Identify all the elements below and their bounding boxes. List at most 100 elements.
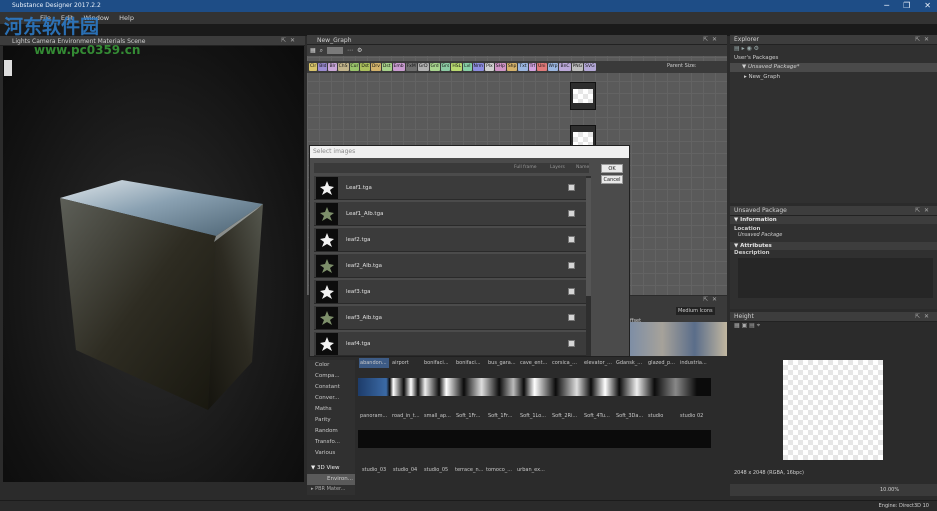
- environment-label[interactable]: studio_03: [362, 467, 386, 473]
- layout-icon[interactable]: ▦: [310, 47, 316, 54]
- properties-tab[interactable]: Unsaved Package: [734, 207, 787, 214]
- align-icon[interactable]: ⋯: [347, 47, 353, 54]
- panel-controls[interactable]: ⇱✕: [703, 296, 721, 303]
- environment-label[interactable]: urban_ex...: [517, 467, 545, 473]
- file-checkbox[interactable]: [568, 314, 575, 321]
- palette-tag[interactable]: Nrm: [472, 63, 485, 71]
- file-row[interactable]: Leaf1.tga: [314, 176, 589, 200]
- environment-label[interactable]: glazed_p...: [648, 360, 675, 366]
- palette-tag[interactable]: Blr: [328, 63, 337, 71]
- environment-label[interactable]: corsica_...: [552, 360, 577, 366]
- palette-tag[interactable]: Dst: [360, 63, 370, 71]
- environment-label[interactable]: panoram...: [360, 413, 387, 419]
- palette-tag[interactable]: Wrp: [547, 63, 559, 71]
- palette-tag[interactable]: Grd: [429, 63, 440, 71]
- close-button[interactable]: ✕: [924, 0, 931, 12]
- file-checkbox[interactable]: [568, 236, 575, 243]
- tree-item[interactable]: Various: [307, 448, 355, 459]
- palette-tag[interactable]: Emb: [392, 63, 405, 71]
- environment-label[interactable]: studio 02: [680, 413, 703, 419]
- tree-item[interactable]: Maths: [307, 404, 355, 415]
- palette-tag[interactable]: PNG: [571, 63, 584, 71]
- environment-label[interactable]: Soft_3Da...: [616, 413, 643, 419]
- palette-tag[interactable]: Lvl: [463, 63, 472, 71]
- panel-controls[interactable]: ⇱✕: [915, 207, 933, 214]
- palette-tag[interactable]: Plx: [485, 63, 494, 71]
- palette-tag[interactable]: Drv: [370, 63, 381, 71]
- zoom-value[interactable]: 10.00%: [880, 487, 899, 493]
- hdr-thumb-strip-1[interactable]: [358, 378, 711, 396]
- explorer-toolbar[interactable]: ▤ ▸ ◉ ⚙: [730, 45, 937, 55]
- minimize-button[interactable]: ─: [884, 0, 889, 12]
- ok-button[interactable]: OK: [601, 164, 623, 173]
- palette-tag[interactable]: Grs: [440, 63, 451, 71]
- environment-label[interactable]: bus_gara...: [488, 360, 516, 366]
- file-row[interactable]: leaf3.tga: [314, 280, 589, 304]
- search-icon[interactable]: ⌕: [320, 47, 323, 55]
- cancel-button[interactable]: Cancel: [601, 175, 623, 184]
- file-row[interactable]: leaf2_Alb.tga: [314, 254, 589, 278]
- palette-tag[interactable]: BnC: [559, 63, 571, 71]
- settings-icon[interactable]: ⚙: [357, 47, 362, 54]
- environment-label[interactable]: airport: [392, 360, 409, 366]
- tree-item[interactable]: Parity: [307, 415, 355, 426]
- viewport-tool-icon[interactable]: [4, 60, 12, 76]
- tree-item[interactable]: Color: [307, 360, 355, 371]
- tree-pbr[interactable]: ▸ PBR Mater...: [307, 486, 355, 495]
- environment-label[interactable]: abandon...: [360, 360, 387, 366]
- environment-label[interactable]: studio_05: [424, 467, 448, 473]
- hdr-thumb-strip-2[interactable]: [358, 430, 711, 448]
- environment-label[interactable]: elevator_...: [584, 360, 612, 366]
- menu-help[interactable]: Help: [119, 14, 134, 22]
- tree-item[interactable]: Random: [307, 426, 355, 437]
- environment-label[interactable]: studio_04: [393, 467, 417, 473]
- file-row[interactable]: leaf2.tga: [314, 228, 589, 252]
- panel-controls[interactable]: ⇱✕: [281, 37, 299, 44]
- file-checkbox[interactable]: [568, 184, 575, 191]
- palette-tag[interactable]: SHp: [494, 63, 506, 71]
- environment-label[interactable]: Soft_1Fr...: [456, 413, 480, 419]
- file-checkbox[interactable]: [568, 262, 575, 269]
- file-row[interactable]: leaf3_Alb.tga: [314, 306, 589, 330]
- attributes-section[interactable]: ▼ Attributes: [730, 242, 937, 250]
- view-mode-select[interactable]: Medium Icons: [676, 307, 715, 315]
- environment-label[interactable]: road_in_t...: [392, 413, 420, 419]
- palette-tag[interactable]: GrD: [417, 63, 429, 71]
- file-checkbox[interactable]: [568, 340, 575, 347]
- environment-label[interactable]: studio: [648, 413, 663, 419]
- palette-tag[interactable]: Txt: [518, 63, 528, 71]
- palette-tag[interactable]: Trf: [528, 63, 537, 71]
- file-checkbox[interactable]: [568, 210, 575, 217]
- environment-label[interactable]: small_ap...: [424, 413, 451, 419]
- palette-tag[interactable]: Shp: [506, 63, 518, 71]
- dialog-scrollbar[interactable]: [586, 176, 591, 356]
- 2d-toolbar[interactable]: ▦ ▣ ▤ ⌖: [730, 322, 937, 334]
- tool-selected[interactable]: [327, 47, 344, 54]
- file-row[interactable]: leaf4.tga: [314, 332, 589, 356]
- environment-label[interactable]: terrace_n...: [455, 467, 483, 473]
- graph-node[interactable]: [570, 82, 596, 110]
- description-field[interactable]: [738, 258, 933, 298]
- panel-controls[interactable]: ⇱✕: [915, 313, 933, 320]
- environment-label[interactable]: bonifaci...: [456, 360, 481, 366]
- file-row[interactable]: Leaf1_Alb.tga: [314, 202, 589, 226]
- tree-item[interactable]: Conver...: [307, 393, 355, 404]
- palette-tag[interactable]: Bld: [318, 63, 328, 71]
- maximize-button[interactable]: ❐: [903, 0, 910, 12]
- panel-controls[interactable]: ⇱✕: [703, 36, 721, 43]
- explorer-package[interactable]: ▼ Unsaved Package*: [730, 63, 937, 72]
- palette-tag[interactable]: SVG: [584, 63, 596, 71]
- palette-tag[interactable]: Uni: [537, 63, 547, 71]
- explorer-tab[interactable]: Explorer: [734, 36, 759, 43]
- environment-label[interactable]: Soft_1Lo...: [520, 413, 546, 419]
- environment-label[interactable]: Soft_1Fr...: [488, 413, 512, 419]
- environment-label[interactable]: bonifaci...: [424, 360, 449, 366]
- information-section[interactable]: ▼ Information: [730, 216, 937, 224]
- tree-item[interactable]: Constant: [307, 382, 355, 393]
- environment-label[interactable]: industria...: [680, 360, 707, 366]
- tree-item[interactable]: Transfo...: [307, 437, 355, 448]
- environment-label[interactable]: Soft_4Tu...: [584, 413, 610, 419]
- explorer-graph[interactable]: ▸ New_Graph: [730, 72, 937, 83]
- tree-environment[interactable]: Environ...: [307, 474, 355, 485]
- environment-label[interactable]: Gdansk_...: [616, 360, 642, 366]
